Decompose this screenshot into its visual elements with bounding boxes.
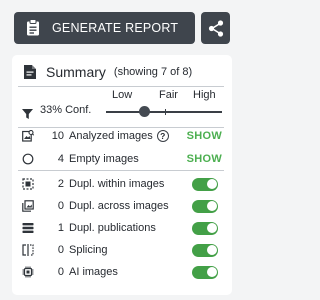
header-divider (18, 86, 224, 87)
ai-images-toggle[interactable] (192, 265, 218, 279)
analyzed-images-count: 10 (51, 130, 64, 142)
confidence-slider-row: 33% Conf. Low Fair High (22, 89, 222, 122)
level-high: High (193, 89, 216, 101)
circle-icon (22, 153, 34, 165)
generate-report-button[interactable]: GENERATE REPORT (14, 12, 195, 44)
analyzed-images-row: 10 Analyzed images ? SHOW (22, 128, 222, 144)
fair-notch (165, 109, 166, 115)
dupl-publications-label: Dupl. publications (69, 222, 156, 234)
analyzed-images-label: Analyzed images (69, 130, 153, 142)
dupl-within-toggle[interactable] (192, 177, 218, 191)
dupl-across-row: 0 Dupl. across images (22, 198, 222, 214)
summary-header: Summary (showing 7 of 8) (24, 64, 192, 80)
image-stack-icon (22, 200, 34, 212)
splice-icon (22, 244, 34, 256)
empty-images-count: 4 (57, 153, 64, 165)
splicing-toggle[interactable] (192, 243, 218, 257)
summary-title: Summary (46, 64, 106, 80)
ai-images-row: 0 AI images (22, 264, 222, 280)
level-fair: Fair (159, 89, 178, 101)
dupl-publications-toggle[interactable] (192, 221, 218, 235)
dupl-across-label: Dupl. across images (69, 200, 169, 212)
confidence-slider-handle[interactable] (138, 106, 150, 117)
show-analyzed-link[interactable]: SHOW (187, 130, 222, 142)
rows-divider (18, 170, 224, 171)
ai-images-count: 0 (57, 266, 64, 278)
stack-lines-icon (22, 222, 34, 234)
dupl-across-count: 0 (57, 200, 64, 212)
generate-report-label: GENERATE REPORT (52, 21, 179, 35)
dupl-within-label: Dupl. within images (69, 178, 165, 190)
dupl-across-toggle[interactable] (192, 199, 218, 213)
splicing-row: 0 Splicing (22, 242, 222, 258)
dupl-within-count: 2 (57, 178, 64, 190)
help-icon[interactable]: ? (156, 130, 169, 142)
level-low: Low (112, 89, 133, 101)
confidence-track[interactable] (106, 111, 222, 113)
share-icon (208, 19, 224, 37)
dashed-square-icon (22, 178, 34, 190)
chip-icon (22, 266, 34, 278)
document-icon (24, 65, 37, 79)
splicing-count: 0 (57, 244, 64, 256)
share-button[interactable] (201, 12, 230, 44)
splicing-label: Splicing (69, 244, 108, 256)
show-empty-link[interactable]: SHOW (187, 153, 222, 165)
empty-images-label: Empty images (69, 153, 139, 165)
clipboard-icon (26, 19, 42, 37)
image-search-icon (22, 130, 34, 142)
dupl-within-row: 2 Dupl. within images (22, 176, 222, 192)
confidence-value: 33% Conf. (40, 104, 92, 116)
summary-count: (showing 7 of 8) (113, 66, 193, 78)
ai-images-label: AI images (69, 266, 118, 278)
filter-icon (22, 106, 33, 119)
empty-images-row: 4 Empty images SHOW (22, 151, 222, 167)
dupl-publications-row: 1 Dupl. publications (22, 220, 222, 236)
dupl-publications-count: 1 (57, 222, 64, 234)
